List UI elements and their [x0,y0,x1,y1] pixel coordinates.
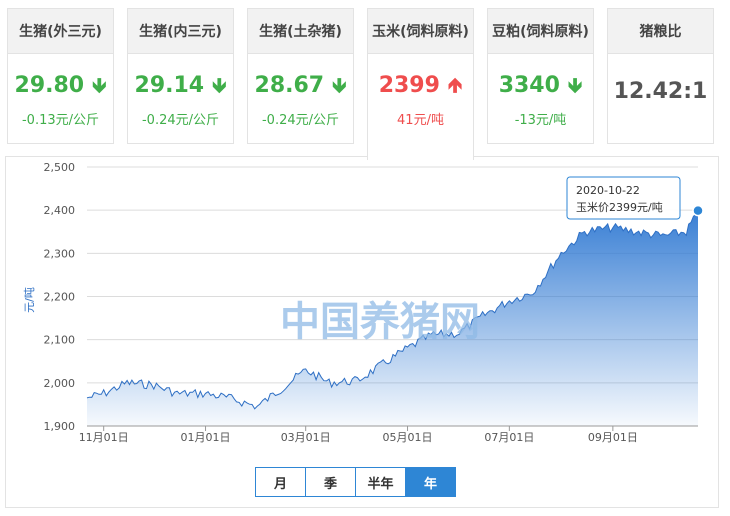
card-change: -13元/吨 [514,113,567,128]
time-range-selector: 月 季 半年 年 [255,467,456,497]
card-price: 29.80 🡻 [8,71,113,105]
range-halfyear-button[interactable]: 半年 [356,468,406,496]
arrow-down-icon: 🡻 [212,73,227,97]
card-pig-waisanyuan[interactable]: 生猪(外三元) 29.80 🡻 -0.13元/公斤 [7,8,114,144]
arrow-down-icon: 🡻 [567,73,583,97]
card-title: 猪粮比 [608,9,713,54]
price-cards: 生猪(外三元) 29.80 🡻 -0.13元/公斤 生猪(内三元) 29.14 🡻 … [0,0,730,160]
card-price: 28.67 🡻 [248,71,353,105]
card-change: -0.13元/公斤 [21,113,100,128]
card-price: 29.14 🡻 [128,71,233,105]
card-title: 生猪(土杂猪) [248,9,353,54]
card-title: 生猪(内三元) [128,9,233,54]
arrow-down-icon: 🡻 [332,73,347,97]
card-title: 豆粕(饲料原料) [488,9,593,54]
card-pig-tuzazhu[interactable]: 生猪(土杂猪) 28.67 🡻 -0.24元/公斤 [247,8,354,144]
card-corn[interactable]: 玉米(饲料原料) 2399 🡹 41元/吨 [367,8,474,160]
price-chart-panel [5,156,719,508]
card-change: -0.24元/公斤 [141,113,220,128]
card-change: -0.24元/公斤 [261,113,340,128]
range-quarter-button[interactable]: 季 [306,468,356,496]
card-soymeal[interactable]: 豆粕(饲料原料) 3340 🡻 -13元/吨 [487,8,594,144]
range-year-button[interactable]: 年 [406,468,455,496]
card-price: 12.42:1 [613,79,708,104]
card-pig-grain-ratio[interactable]: 猪粮比 12.42:1 [607,8,714,144]
arrow-down-icon: 🡻 [92,73,107,97]
card-pig-neisanyuan[interactable]: 生猪(内三元) 29.14 🡻 -0.24元/公斤 [127,8,234,144]
arrow-up-icon: 🡹 [447,73,463,97]
card-title: 玉米(饲料原料) [368,9,473,54]
card-change: 41元/吨 [397,113,444,128]
card-price: 2399 🡹 [368,71,473,105]
card-title: 生猪(外三元) [8,9,113,54]
card-price: 3340 🡻 [488,71,593,105]
range-month-button[interactable]: 月 [256,468,306,496]
